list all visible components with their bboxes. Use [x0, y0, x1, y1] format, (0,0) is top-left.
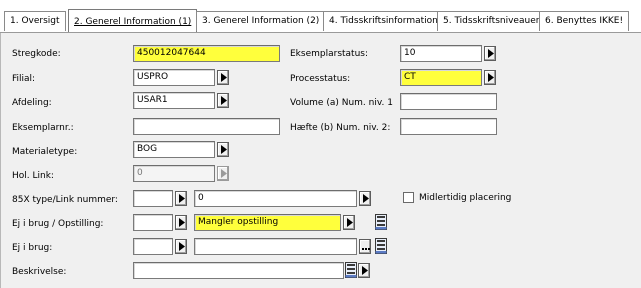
ejibrug-field-b[interactable]	[194, 238, 357, 255]
filial-field[interactable]: USPRO	[133, 69, 215, 86]
triangle-right-icon	[221, 169, 227, 178]
volume-label: Volume (a) Num. niv. 1	[290, 98, 393, 108]
ejibrug-opstilling-field-a[interactable]	[133, 214, 173, 231]
tab-benyttes-ikke[interactable]: 6. Benyttes IKKE!	[539, 11, 630, 31]
triangle-right-icon	[363, 194, 369, 203]
ejibrug-field-a[interactable]	[133, 238, 173, 255]
materialetype-field[interactable]: BOG	[133, 141, 215, 158]
type85x-field[interactable]	[133, 190, 173, 207]
ejibrug-dropdown-button[interactable]	[175, 239, 187, 254]
afdeling-field[interactable]: USAR1	[133, 92, 215, 109]
beskrivelse-label: Beskrivelse:	[12, 267, 67, 277]
triangle-right-icon	[488, 49, 494, 58]
ejibrug-label: Ej i brug:	[12, 243, 53, 253]
hollink-label: Hol. Link:	[12, 171, 54, 181]
tab-generel-information-1[interactable]: 2. Generel Information (1)	[68, 9, 198, 33]
stregkode-field[interactable]: 450012047644	[133, 45, 280, 62]
haefte-field[interactable]	[400, 118, 497, 135]
midlertidig-label: Midlertidig placering	[419, 193, 512, 203]
type85x-dropdown-button[interactable]	[175, 191, 187, 206]
tab-generel-information-2[interactable]: 3. Generel Information (2)	[196, 11, 326, 31]
link-nummer-field[interactable]: 0	[194, 190, 357, 207]
triangle-right-icon	[221, 96, 227, 105]
ejibrug-opstilling-label: Ej i brug / Opstilling:	[12, 219, 104, 229]
triangle-right-icon	[179, 218, 185, 227]
afdeling-dropdown-button[interactable]	[217, 93, 229, 108]
tab-tidsskriftsniveauer[interactable]: 5. Tidsskriftsniveauer	[437, 11, 546, 31]
triangle-right-icon	[221, 73, 227, 82]
materialetype-label: Materialetype:	[12, 147, 78, 157]
tab-label: 3. Generel Information (2)	[202, 16, 320, 26]
processtatus-label: Processtatus:	[290, 74, 351, 84]
ellipsis-button[interactable]	[359, 239, 371, 254]
eksemplarstatus-dropdown-button[interactable]	[484, 46, 496, 61]
ellipsis-icon	[362, 248, 370, 250]
list-icon[interactable]	[375, 238, 387, 254]
afdeling-label: Afdeling:	[12, 98, 52, 108]
midlertidig-checkbox[interactable]	[403, 192, 414, 203]
eksemplarnr-field[interactable]	[133, 118, 280, 135]
triangle-right-icon	[362, 266, 368, 275]
list-icon[interactable]	[375, 214, 387, 230]
tab-tidsskriftsinformation[interactable]: 4. Tidsskriftsinformation	[323, 11, 444, 31]
tab-label: 2. Generel Information (1)	[74, 17, 192, 27]
opstilling-dropdown-button[interactable]	[343, 215, 355, 230]
tab-label: 5. Tidsskriftsniveauer	[443, 16, 540, 26]
hollink-field: 0	[133, 165, 215, 182]
beskrivelse-dropdown-button[interactable]	[358, 263, 370, 278]
stregkode-label: Stregkode:	[12, 49, 61, 59]
materialetype-dropdown-button[interactable]	[217, 142, 229, 157]
processtatus-field[interactable]: CT	[400, 69, 482, 86]
ejibrug-opstilling-dropdown-a[interactable]	[175, 215, 187, 230]
eksemplarnr-label: Eksemplarnr.:	[12, 123, 74, 133]
form-panel: Stregkode: 450012047644 Eksemplarstatus:…	[0, 33, 641, 288]
volume-field[interactable]	[400, 93, 497, 110]
haefte-label: Hæfte (b) Num. niv. 2:	[290, 123, 391, 133]
tab-oversigt[interactable]: 1. Oversigt	[4, 11, 66, 31]
triangle-right-icon	[179, 194, 185, 203]
triangle-right-icon	[347, 218, 353, 227]
triangle-right-icon	[179, 242, 185, 251]
link-nummer-dropdown-button[interactable]	[359, 191, 371, 206]
processtatus-dropdown-button[interactable]	[484, 70, 496, 85]
tab-bar: 1. Oversigt 2. Generel Information (1) 3…	[0, 0, 641, 34]
triangle-right-icon	[221, 145, 227, 154]
type85x-label: 85X type/Link nummer:	[12, 195, 118, 205]
filial-label: Filial:	[12, 74, 36, 84]
eksemplarstatus-label: Eksemplarstatus:	[290, 49, 369, 59]
tab-label: 1. Oversigt	[10, 16, 60, 26]
hollink-dropdown-button	[217, 166, 229, 181]
tab-label: 4. Tidsskriftsinformation	[329, 16, 438, 26]
filial-dropdown-button[interactable]	[217, 70, 229, 85]
list-icon[interactable]	[345, 262, 357, 278]
beskrivelse-field[interactable]	[133, 262, 344, 279]
eksemplarstatus-field[interactable]: 10	[400, 45, 482, 62]
opstilling-field[interactable]: Mangler opstilling	[194, 214, 341, 231]
tab-label: 6. Benyttes IKKE!	[545, 16, 624, 26]
triangle-right-icon	[488, 73, 494, 82]
